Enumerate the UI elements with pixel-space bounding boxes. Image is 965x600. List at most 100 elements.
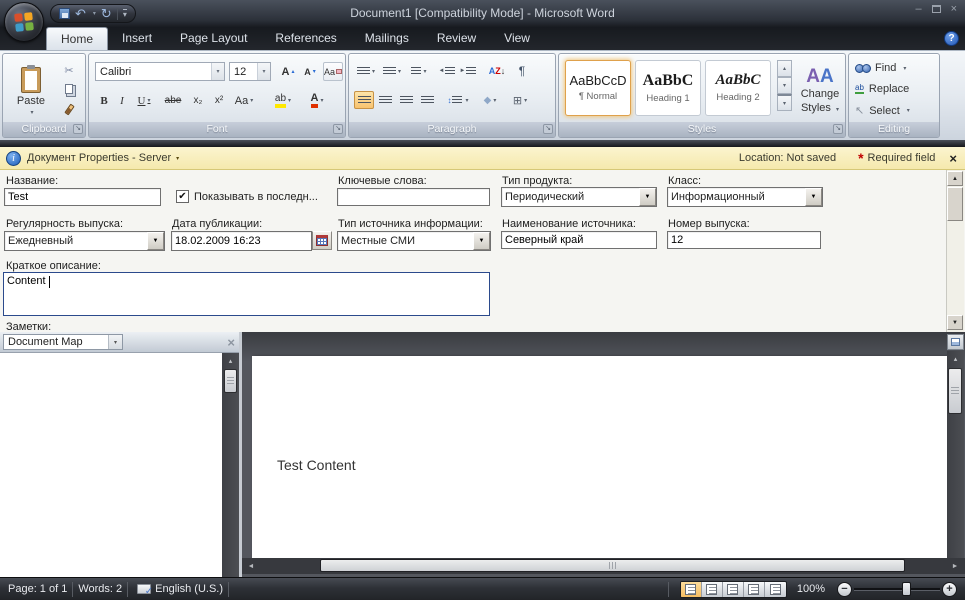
clipboard-dialog-launcher[interactable]: ↘ <box>73 124 83 134</box>
tab-home[interactable]: Home <box>46 27 108 50</box>
font-name-dropdown-icon[interactable]: ▾ <box>211 63 224 80</box>
align-right-button[interactable] <box>396 91 416 109</box>
font-color-dropdown-icon[interactable]: ▾ <box>320 97 323 104</box>
align-center-button[interactable] <box>375 91 395 109</box>
borders-button[interactable]: ⊞▾ <box>507 91 533 109</box>
decrease-indent-button[interactable]: ◄ <box>437 62 457 80</box>
tab-insert[interactable]: Insert <box>108 27 166 50</box>
borders-dropdown-icon[interactable]: ▾ <box>524 97 527 104</box>
description-field[interactable]: Content <box>3 272 490 316</box>
increase-indent-button[interactable]: ► <box>458 62 478 80</box>
source-type-dropdown[interactable]: Местные СМИ ▼ <box>337 231 491 251</box>
class-dropdown[interactable]: Информационный ▼ <box>667 187 823 207</box>
paste-dropdown-icon[interactable]: ▾ <box>30 109 33 116</box>
minimize-button[interactable]: – <box>915 3 921 15</box>
highlight-button[interactable]: ab▾ <box>267 91 299 110</box>
show-recent-checkbox[interactable]: ✔ <box>176 190 189 203</box>
shrink-font-button[interactable]: A▾ <box>300 62 320 81</box>
highlight-dropdown-icon[interactable]: ▾ <box>288 97 291 104</box>
sort-button[interactable]: AZ↓ <box>485 62 509 80</box>
change-case-button[interactable]: Aa▾ <box>230 91 258 110</box>
document-map-pane[interactable] <box>0 353 222 577</box>
numbering-dropdown-icon[interactable]: ▾ <box>398 68 401 75</box>
subscript-button[interactable]: x₂ <box>188 91 208 110</box>
font-size-combo[interactable]: 12 ▾ <box>229 62 271 81</box>
show-hide-pilcrow-button[interactable]: ¶ <box>512 62 532 80</box>
source-type-dropdown-icon[interactable]: ▼ <box>473 232 490 250</box>
product-type-dropdown-icon[interactable]: ▼ <box>639 188 656 206</box>
tab-references[interactable]: References <box>261 27 350 50</box>
spellcheck-icon[interactable] <box>137 584 151 594</box>
multilevel-dropdown-icon[interactable]: ▾ <box>423 68 426 75</box>
fullscreen-reading-view-button[interactable] <box>702 582 723 597</box>
font-name-combo[interactable]: Calibri ▾ <box>95 62 225 81</box>
regularity-dropdown[interactable]: Ежедневный ▼ <box>4 231 165 251</box>
bullets-button[interactable]: ▾ <box>354 62 378 80</box>
numbering-button[interactable]: ▾ <box>380 62 404 80</box>
zoom-out-button[interactable]: − <box>837 582 852 597</box>
dip-close-icon[interactable]: × <box>949 151 957 166</box>
web-layout-view-button[interactable] <box>723 582 744 597</box>
doc-scrollbar-thumb[interactable] <box>948 368 962 414</box>
justify-button[interactable] <box>417 91 437 109</box>
superscript-button[interactable]: x² <box>209 91 229 110</box>
map-scroll-up-icon[interactable]: ▴ <box>222 357 239 365</box>
document-vertical-scrollbar[interactable]: ▴ <box>947 351 964 558</box>
title-field[interactable] <box>4 188 161 206</box>
pub-date-field[interactable] <box>171 231 312 251</box>
align-left-button[interactable] <box>354 91 374 109</box>
bullets-dropdown-icon[interactable]: ▾ <box>372 68 375 75</box>
dip-scroll-down-button[interactable]: ▼ <box>947 315 963 330</box>
document-page[interactable] <box>252 356 948 558</box>
tab-page-layout[interactable]: Page Layout <box>166 27 261 50</box>
italic-button[interactable]: I <box>114 91 130 110</box>
change-case-dropdown-icon[interactable]: ▾ <box>250 97 253 104</box>
doc-scroll-up-icon[interactable]: ▴ <box>947 355 964 363</box>
find-button[interactable]: Find ▾ <box>855 62 906 74</box>
document-map-combo[interactable]: Document Map ▾ <box>3 334 123 350</box>
shading-dropdown-icon[interactable]: ▾ <box>493 97 496 104</box>
styles-dialog-launcher[interactable]: ↘ <box>833 124 843 134</box>
style-normal[interactable]: AaBbCcD ¶ Normal <box>565 60 631 116</box>
select-button[interactable]: ↖ Select ▾ <box>855 104 910 117</box>
regularity-dropdown-icon[interactable]: ▼ <box>147 232 164 250</box>
language-indicator[interactable]: English (U.S.) <box>155 583 223 595</box>
styles-scroll-down-button[interactable]: ▾ <box>777 77 792 94</box>
issue-number-field[interactable] <box>667 231 821 249</box>
document-map-scrollbar[interactable]: ▴ <box>222 353 239 577</box>
map-scrollbar-thumb[interactable] <box>224 369 237 393</box>
font-color-button[interactable]: A▾ <box>302 91 332 110</box>
zoom-level[interactable]: 100% <box>797 583 825 595</box>
class-dropdown-icon[interactable]: ▼ <box>805 188 822 206</box>
zoom-slider-track[interactable] <box>854 588 940 591</box>
style-heading1[interactable]: AaBbC Heading 1 <box>635 60 701 116</box>
word-count[interactable]: Words: 2 <box>78 583 122 595</box>
underline-button[interactable]: U▾ <box>131 91 157 110</box>
font-dialog-launcher[interactable]: ↘ <box>333 124 343 134</box>
dip-title-dropdown-icon[interactable]: ▾ <box>176 155 179 162</box>
draft-view-button[interactable] <box>765 582 786 597</box>
copy-button[interactable] <box>59 81 79 97</box>
grow-font-button[interactable]: A▴ <box>277 62 299 81</box>
underline-dropdown-icon[interactable]: ▾ <box>147 97 150 104</box>
ruler-toggle-button[interactable] <box>947 334 964 350</box>
hscroll-right-icon[interactable]: ► <box>948 558 962 574</box>
source-name-field[interactable] <box>501 231 657 249</box>
document-text[interactable]: Test Content <box>277 457 356 473</box>
strikethrough-button[interactable]: abe <box>160 91 186 110</box>
help-icon[interactable]: ? <box>944 31 959 46</box>
zoom-slider-thumb[interactable] <box>902 582 911 596</box>
close-window-button[interactable]: × <box>951 3 957 15</box>
office-button[interactable] <box>4 2 44 42</box>
line-spacing-button[interactable]: ↕▾ <box>445 91 471 109</box>
change-styles-button[interactable]: AA Change Styles ▾ <box>797 60 843 120</box>
keywords-field[interactable] <box>337 188 490 206</box>
replace-button[interactable]: ab Replace <box>855 83 909 95</box>
dip-scroll-up-button[interactable]: ▲ <box>947 171 963 186</box>
outline-view-button[interactable] <box>744 582 765 597</box>
bold-button[interactable]: B <box>95 91 113 110</box>
date-picker-button[interactable] <box>312 231 332 250</box>
dip-title[interactable]: Документ Properties - Server <box>27 152 171 164</box>
multilevel-list-button[interactable]: ▾ <box>406 62 432 80</box>
tab-view[interactable]: View <box>490 27 544 50</box>
